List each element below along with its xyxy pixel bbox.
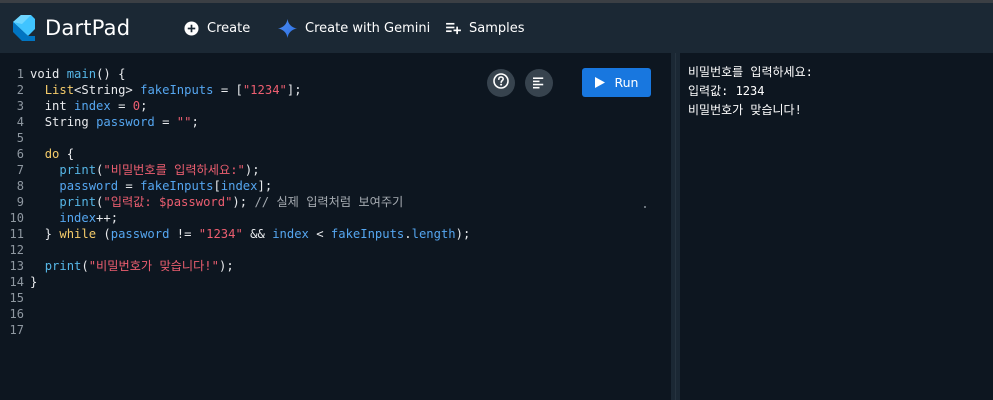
code-editor[interactable]: 1 2 3 4 5 6 7 8 9 10 11 12 13 14 15 16 1… [0, 53, 671, 400]
token-identifier: fakeInputs [140, 179, 214, 193]
token-function: print [59, 195, 97, 209]
play-icon [594, 77, 605, 88]
token-string: "비밀번호가 맞습니다!" [88, 259, 219, 273]
line-number: 14 [9, 275, 24, 289]
line-number: 9 [16, 195, 24, 209]
samples-button[interactable]: Samples [446, 3, 525, 53]
code-line[interactable]: password = fakeInputs[index]; [30, 178, 470, 194]
token-string: "" [176, 115, 192, 129]
token-function: print [59, 163, 97, 177]
line-number: 13 [9, 259, 24, 273]
code-line[interactable]: void main() { [30, 66, 470, 82]
app-title: DartPad [45, 16, 131, 40]
help-button[interactable] [487, 69, 515, 97]
dartpad-logo[interactable]: DartPad [8, 14, 130, 42]
line-number: 7 [16, 163, 24, 177]
token-keyword: void [30, 67, 60, 81]
code-line[interactable]: } while (password != "1234" && index < f… [30, 226, 471, 242]
code-line[interactable]: String password = ""; [30, 114, 470, 130]
token-function: main [66, 67, 97, 81]
code-line[interactable]: print("입력값: $password"); // 실제 입력처럼 보여주기 [30, 194, 470, 210]
line-number-gutter: 1 2 3 4 5 6 7 8 9 10 11 12 13 14 15 16 1… [0, 66, 26, 338]
token-type: int [44, 99, 67, 113]
console-line: 비밀번호가 맞습니다! [688, 103, 802, 117]
line-number: 17 [9, 323, 24, 337]
panel-splitter[interactable] [671, 53, 680, 400]
playlist-add-icon [446, 22, 461, 35]
token-number: 0 [132, 99, 141, 113]
token-identifier: length [411, 227, 456, 241]
line-number: 12 [9, 243, 24, 257]
token-comment: // 실제 입력처럼 보여주기 [254, 195, 404, 209]
code-line[interactable]: } [30, 274, 470, 290]
line-number: 15 [9, 291, 24, 305]
console-line: 비밀번호를 입력하세요: [688, 65, 813, 79]
token-identifier: index [59, 211, 97, 225]
token-keyword: do [44, 147, 60, 161]
console-line: 입력값: 1234 [688, 84, 765, 98]
console-output: 비밀번호를 입력하세요: 입력값: 1234 비밀번호가 맞습니다! [680, 53, 993, 400]
line-number: 8 [16, 179, 24, 193]
token-identifier: index [272, 227, 309, 241]
token-identifier: fakeInputs [140, 83, 214, 97]
create-button[interactable]: Create [184, 3, 250, 53]
help-icon [493, 73, 509, 93]
run-button[interactable]: Run [582, 68, 651, 97]
gemini-label: Create with Gemini [305, 20, 431, 36]
token-identifier: password [110, 227, 170, 241]
code-line[interactable]: print("비밀번호를 입력하세요:"); [30, 162, 470, 178]
line-number: 1 [16, 67, 24, 81]
token-string: "1234" [242, 83, 287, 97]
code-lines[interactable]: void main() { List<String> fakeInputs = … [30, 66, 470, 290]
token-identifier: password [59, 179, 119, 193]
token-keyword: while [59, 227, 97, 241]
token-identifier: index [74, 99, 111, 113]
format-button[interactable] [525, 69, 553, 97]
line-number: 3 [16, 99, 24, 113]
line-number: 11 [9, 227, 24, 241]
code-line[interactable]: index++; [30, 210, 470, 226]
token-identifier: password [96, 115, 155, 129]
token-type: String [44, 115, 89, 129]
line-number: 5 [16, 131, 24, 145]
code-line[interactable]: print("비밀번호가 맞습니다!"); [30, 258, 470, 274]
editor-marker [644, 206, 646, 208]
token-identifier: fakeInputs [330, 227, 405, 241]
code-line[interactable]: do { [30, 146, 470, 162]
run-label: Run [614, 75, 639, 90]
format-align-icon [532, 74, 546, 93]
line-number: 16 [9, 307, 24, 321]
create-label: Create [207, 20, 251, 36]
create-with-gemini-button[interactable]: Create with Gemini [278, 3, 430, 53]
code-line[interactable]: List<String> fakeInputs = ["1234"]; [30, 82, 470, 98]
token-identifier: index [220, 179, 258, 193]
code-line[interactable]: int index = 0; [30, 98, 470, 114]
gemini-sparkle-icon [278, 18, 297, 38]
token-string: "입력값: $password" [103, 195, 233, 209]
code-line[interactable] [30, 242, 470, 258]
line-number: 6 [16, 147, 24, 161]
token-string: "비밀번호를 입력하세요:" [103, 163, 245, 177]
token-function: print [44, 259, 82, 273]
app-header: DartPad Create Create with Gemini Sample… [0, 3, 993, 53]
samples-label: Samples [469, 20, 525, 36]
line-number: 2 [16, 83, 24, 97]
token-string: "1234" [198, 227, 243, 241]
add-circle-icon [184, 20, 199, 36]
token-type: String [81, 83, 126, 97]
dart-logo-icon [8, 14, 36, 42]
line-number: 10 [9, 211, 24, 225]
code-line[interactable] [30, 130, 470, 146]
token-type: List [44, 83, 75, 97]
line-number: 4 [16, 115, 24, 129]
